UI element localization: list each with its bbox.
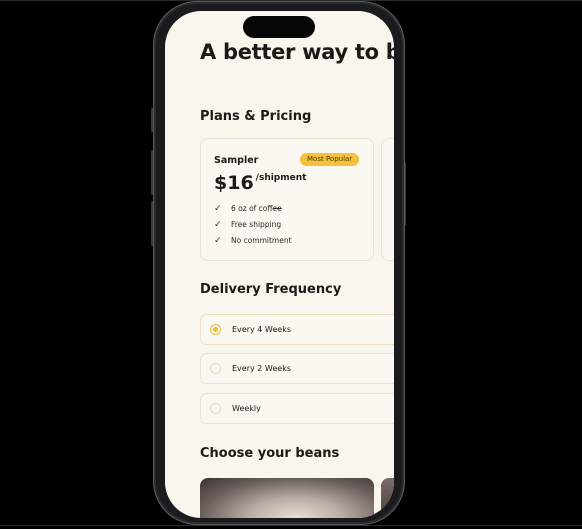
radio-selected-icon[interactable] [210,324,221,335]
bean-card-image[interactable] [381,478,394,518]
feature-text: 6 oz of cof [231,204,273,213]
plans-heading: Plans & Pricing [200,109,312,124]
feature-item: ✓ 6 oz of coffee [214,204,282,214]
check-icon: ✓ [214,220,222,230]
delivery-option-label: Every 4 Weeks [232,325,291,334]
delivery-option-every-2-weeks[interactable]: Every 2 Weeks [200,353,394,384]
most-popular-badge: Most Popular [300,153,360,166]
price-amount: $16 [214,172,254,194]
bottom-divider [0,525,582,526]
plan-card-sampler[interactable]: Sampler Most Popular $16/shipment ✓ 6 oz … [200,138,374,261]
feature-text-struck: fee [272,204,282,213]
beans-heading: Choose your beans [200,446,340,461]
radio-icon[interactable] [210,363,221,374]
plan-name: Sampler [214,155,259,166]
radio-icon[interactable] [210,403,221,414]
price-unit: /shipment [255,173,307,183]
delivery-option-label: Weekly [232,404,261,413]
plan-card-next[interactable] [381,138,394,261]
check-icon: ✓ [214,204,222,214]
check-icon: ✓ [214,236,222,246]
feature-text: Free shipping [231,220,282,229]
delivery-option-label: Every 2 Weeks [232,364,291,373]
feature-text: No commitment [231,236,292,245]
dynamic-island [243,16,315,38]
bean-card-image[interactable] [200,478,374,518]
delivery-option-every-4-weeks[interactable]: Every 4 Weeks [200,314,394,345]
hero-title: A better way to brew [200,40,394,64]
feature-item: ✓ No commitment [214,236,292,246]
delivery-heading: Delivery Frequency [200,282,342,297]
feature-item: ✓ Free shipping [214,220,281,230]
plan-price: $16/shipment [214,172,306,194]
phone-screen: A better way to brew Plans & Pricing Sam… [165,11,394,518]
delivery-option-weekly[interactable]: Weekly [200,393,394,424]
